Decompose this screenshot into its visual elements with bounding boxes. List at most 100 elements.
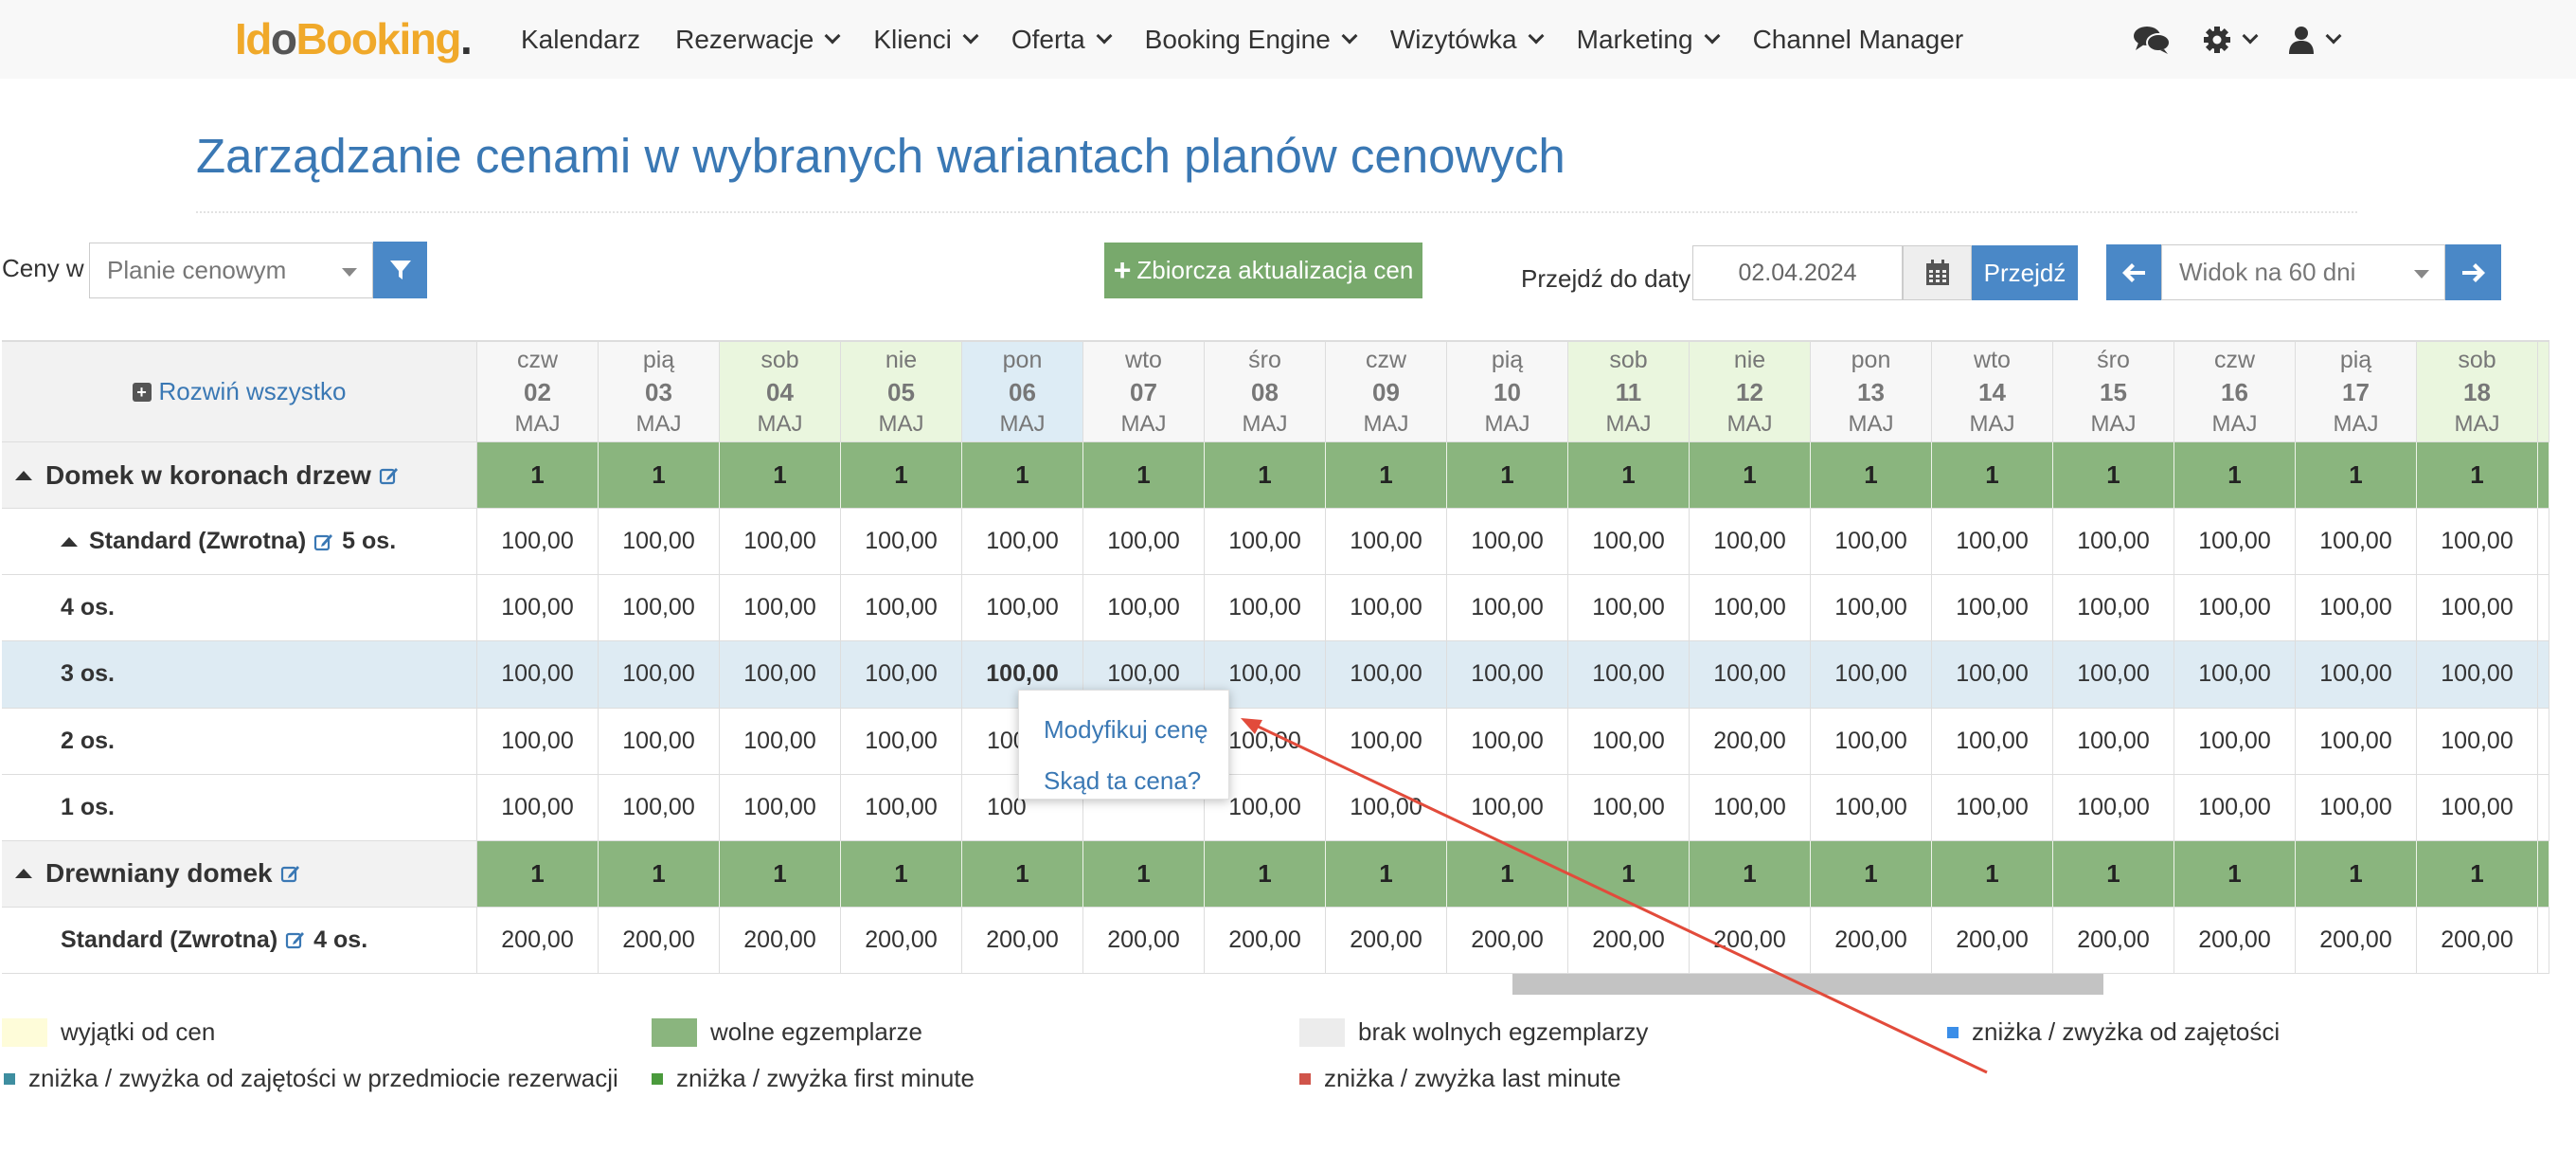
price-cell[interactable]: 100,00 [720,708,841,775]
price-cell[interactable]: 100,00 [1811,641,1932,709]
price-source-option[interactable]: Skąd ta cena? [1044,766,1201,796]
price-cell[interactable]: 100,00 [477,708,599,775]
price-cell[interactable]: 100,00 [962,575,1083,642]
price-cell[interactable]: 100,00 [1932,509,2053,576]
price-cell[interactable]: 100,00 [1932,708,2053,775]
price-cell[interactable]: 100,00 [1447,708,1568,775]
price-plan-select[interactable]: Planie cenowym [89,243,373,298]
price-cell[interactable]: 100,00 [2417,575,2538,642]
price-cell[interactable]: 100,00 [477,774,599,841]
price-cell[interactable]: 100,00 [1690,774,1811,841]
price-cell[interactable]: 100,00 [1568,575,1690,642]
next-period-button[interactable] [2445,244,2501,300]
price-cell[interactable]: 100,00 [2174,774,2296,841]
price-cell[interactable]: 100,00 [2417,641,2538,709]
chat-icon[interactable] [2133,25,2171,55]
price-cell[interactable]: 200,00 [1205,907,1326,974]
price-cell[interactable]: 100,00 [2174,575,2296,642]
price-cell[interactable]: 100,00 [1690,575,1811,642]
price-cell[interactable]: 100,00 [1811,575,1932,642]
price-cell[interactable]: 200,00 [841,907,962,974]
horizontal-scrollbar[interactable] [1512,974,2103,995]
price-cell[interactable]: 100,00 [2417,509,2538,576]
price-cell[interactable]: 100,00 [841,509,962,576]
expand-all-link[interactable]: + Rozwiń wszystko [132,377,346,406]
nav-channel-manager[interactable]: Channel Manager [1753,25,1964,55]
price-cell[interactable]: 200,00 [477,907,599,974]
nav-marketing[interactable]: Marketing [1577,25,1721,55]
nav-rezerwacje[interactable]: Rezerwacje [675,25,841,55]
price-cell[interactable]: 200,00 [2053,907,2174,974]
price-cell[interactable]: 100,00 [599,708,720,775]
price-cell[interactable]: 200,00 [2417,907,2538,974]
price-cell[interactable]: 200,00 [1568,907,1690,974]
price-cell[interactable]: 100,00 [2053,774,2174,841]
price-cell[interactable]: 100,00 [1447,641,1568,709]
price-cell[interactable]: 100,00 [1932,774,2053,841]
settings-menu[interactable] [2203,26,2259,54]
price-cell[interactable]: 100,00 [2053,509,2174,576]
price-cell[interactable]: 200,00 [599,907,720,974]
price-cell[interactable]: 100,00 [477,509,599,576]
price-cell[interactable]: 100,00 [1811,774,1932,841]
price-cell[interactable]: 200,00 [2296,907,2417,974]
edit-icon[interactable] [280,863,301,884]
price-cell[interactable]: 200,00 [1690,708,1811,775]
nav-klienci[interactable]: Klienci [873,25,979,55]
price-cell[interactable]: 200,00 [1326,907,1447,974]
nav-oferta[interactable]: Oferta [1011,25,1113,55]
prev-period-button[interactable] [2106,244,2161,300]
price-cell[interactable]: 100,00 [1083,509,1205,576]
price-cell[interactable]: 100,00 [841,774,962,841]
price-cell[interactable]: 100,00 [841,708,962,775]
view-range-select[interactable]: Widok na 60 dni [2161,244,2445,300]
price-cell[interactable]: 100,00 [1811,708,1932,775]
price-cell[interactable]: 100,00 [720,774,841,841]
price-cell[interactable]: 100,00 [1690,509,1811,576]
price-cell[interactable]: 100,00 [1568,708,1690,775]
price-cell[interactable]: 100,00 [841,641,962,709]
price-cell[interactable]: 100,00 [599,509,720,576]
price-cell[interactable]: 100,00 [1083,575,1205,642]
price-cell[interactable]: 100,00 [2174,509,2296,576]
calendar-button[interactable] [1903,245,1972,300]
price-cell[interactable]: 100,00 [1932,641,2053,709]
price-cell[interactable]: 100,00 [2174,708,2296,775]
price-cell[interactable]: 200,00 [1447,907,1568,974]
idobooking-logo[interactable]: IdoBooking. [235,15,473,63]
price-cell[interactable]: 100,00 [720,509,841,576]
price-cell[interactable]: 100,00 [841,575,962,642]
price-cell[interactable]: 100,00 [1447,575,1568,642]
price-cell[interactable]: 100,00 [1447,774,1568,841]
price-cell[interactable]: 100,00 [2417,708,2538,775]
user-menu[interactable] [2288,26,2342,54]
price-cell[interactable]: 200,00 [1932,907,2053,974]
price-cell[interactable]: 100,00 [1932,575,2053,642]
price-cell[interactable]: 100,00 [1326,708,1447,775]
price-cell[interactable]: 100,00 [599,774,720,841]
edit-icon[interactable] [285,929,306,950]
price-cell[interactable]: 100,00 [720,575,841,642]
price-cell[interactable]: 100,00 [2296,708,2417,775]
price-cell[interactable]: 100,00 [477,575,599,642]
modify-price-option[interactable]: Modyfikuj cenę [1044,715,1208,745]
price-cell[interactable]: 100,00 [1690,641,1811,709]
price-cell[interactable]: 200,00 [1811,907,1932,974]
price-cell[interactable]: 200,00 [1690,907,1811,974]
price-cell[interactable]: 100,00 [1205,509,1326,576]
nav-wizytowka[interactable]: Wizytówka [1390,25,1545,55]
price-cell[interactable]: 100,00 [2053,708,2174,775]
price-cell[interactable]: 100,00 [2296,509,2417,576]
price-cell[interactable]: 100,00 [2296,575,2417,642]
price-cell[interactable]: 100,00 [1811,509,1932,576]
date-input[interactable]: 02.04.2024 [1692,245,1903,300]
edit-icon[interactable] [379,465,400,486]
price-cell[interactable]: 100,00 [1447,509,1568,576]
price-cell[interactable]: 100,00 [1326,641,1447,709]
price-cell[interactable]: 100,00 [2296,774,2417,841]
price-cell[interactable]: 100,00 [599,575,720,642]
price-cell[interactable]: 100,00 [1205,575,1326,642]
price-cell[interactable]: 100,00 [1568,509,1690,576]
nav-booking-engine[interactable]: Booking Engine [1145,25,1358,55]
price-cell[interactable]: 100,00 [1326,774,1447,841]
